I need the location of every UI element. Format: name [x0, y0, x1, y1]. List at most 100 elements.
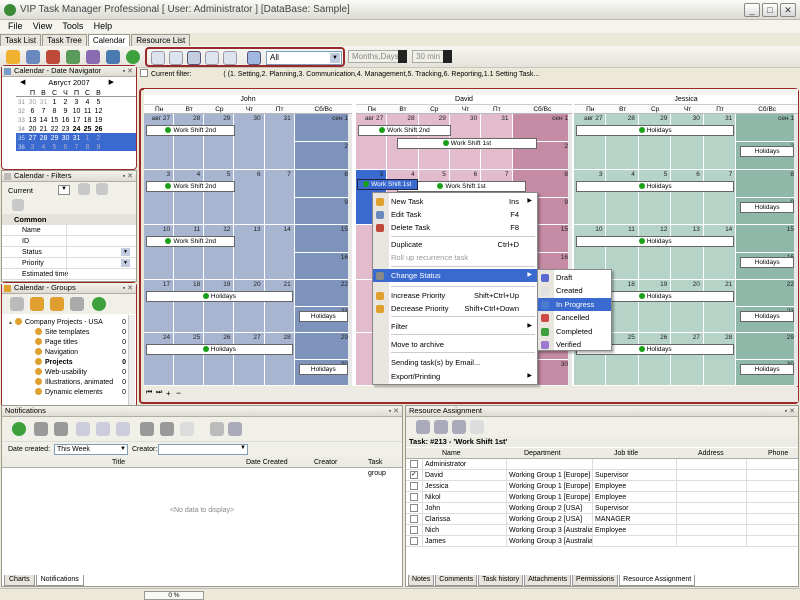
remove-resource-icon[interactable]: − [176, 388, 181, 398]
next-month-icon[interactable]: ▶ [109, 77, 114, 88]
expand-icon[interactable]: ▲ [8, 318, 15, 328]
resource-column-header[interactable]: Address [696, 448, 766, 459]
calendar-cell[interactable]: 25 [174, 333, 205, 386]
funnel-icon[interactable] [210, 422, 224, 436]
calendar-cell[interactable]: 19 [204, 280, 235, 333]
col-creator[interactable]: Creator [314, 457, 337, 468]
calendar-cell[interactable]: 20 [671, 280, 704, 333]
calendar-cell[interactable]: авг 27 [356, 114, 388, 170]
calendar-event[interactable]: Holidays [740, 256, 794, 268]
calendar-event[interactable]: Work Shift 2nd [146, 236, 236, 247]
resource-row[interactable]: Nich Working Group 3 [Australia] Employee [406, 525, 798, 536]
calendar-cell[interactable]: 6 [671, 170, 704, 225]
col-date-created[interactable]: Date Created [246, 457, 288, 468]
calendar-cell[interactable]: 28 [606, 114, 639, 170]
calendar-cell[interactable]: 21 [703, 280, 737, 333]
group-item[interactable]: Illustrations, animated 0 [2, 378, 130, 388]
calendar-cell-weekend[interactable]: сен 1 [736, 114, 798, 142]
status-item[interactable]: Created [538, 284, 611, 297]
calendar-cell[interactable]: 12 [204, 225, 235, 280]
calendar-cell[interactable]: 31 [264, 114, 295, 170]
calendar-cell-weekend[interactable]: 2 [294, 142, 352, 170]
filter-value[interactable] [66, 236, 124, 246]
group-item[interactable]: ▲ Company Projects - USA 0 [2, 318, 130, 328]
minimize-button[interactable]: _ [744, 3, 760, 17]
resource-tab[interactable]: Comments [435, 575, 478, 586]
refresh-icon[interactable] [12, 422, 26, 436]
resource-row[interactable]: James Working Group 3 [Australia] [406, 536, 798, 547]
calendar-cell[interactable]: 14 [703, 225, 737, 280]
read-icon[interactable] [34, 422, 48, 436]
play-icon[interactable] [116, 422, 130, 436]
status-item[interactable]: In Progress [538, 297, 611, 311]
menu-view[interactable]: View [29, 20, 56, 33]
week-view-icon[interactable] [187, 51, 201, 65]
funnel-edit-icon[interactable] [228, 422, 242, 436]
menu-tools[interactable]: Tools [58, 20, 87, 33]
status-item[interactable]: Cancelled [538, 311, 611, 324]
view-all-icon[interactable] [160, 422, 174, 436]
resource-row[interactable]: Clarissa Working Group 2 [USA] MANAGER [406, 514, 798, 525]
context-menu-item[interactable]: New Task Ins ▶ [373, 195, 537, 208]
context-menu-item[interactable]: Sending task(s) by Email... [373, 356, 537, 369]
resource-tab[interactable]: Attachments [524, 575, 572, 586]
show-all-icon[interactable] [76, 422, 90, 436]
calendar-cell[interactable]: 10 [144, 225, 175, 280]
resource-tab[interactable]: Resource Assignment [619, 575, 696, 586]
filter-value[interactable] [66, 258, 124, 268]
chevron-down-icon[interactable] [443, 50, 452, 63]
calendar-cell-weekend[interactable]: 29 [736, 333, 798, 360]
filter-value[interactable] [66, 247, 124, 257]
refresh-icon[interactable] [92, 297, 106, 311]
calendar-cell-weekend[interactable]: 22 [736, 280, 798, 307]
status-item[interactable]: Verified [538, 338, 611, 351]
clipboard-icon[interactable] [180, 422, 194, 436]
resource-column-header[interactable]: Job title [612, 448, 696, 459]
funnel-icon[interactable] [12, 199, 24, 211]
calendar-cell[interactable]: 21 [264, 280, 295, 333]
clipboard-icon[interactable] [470, 420, 484, 434]
calendar-event[interactable]: Holidays [576, 236, 735, 247]
calendar-cell[interactable]: 18 [174, 280, 205, 333]
calendar-event[interactable]: Work Shift 2nd [358, 125, 451, 136]
context-menu-item[interactable]: Decrease Priority Shift+Ctrl+Down [373, 302, 537, 315]
col-task-group[interactable]: Task group [368, 457, 402, 479]
calendar-cell[interactable]: 27 [234, 333, 265, 386]
calendar-cell-weekend[interactable]: 15 [736, 225, 798, 253]
calendar-cell[interactable]: 24 [144, 333, 175, 386]
workweek-view-icon[interactable] [169, 51, 183, 65]
calendar-cell[interactable]: 4 [174, 170, 205, 225]
calendar-cell-weekend[interactable]: сен 1 [294, 114, 352, 142]
resource-column-header[interactable]: Department [522, 448, 608, 459]
resource-scrollbar[interactable] [794, 114, 798, 386]
calendar-cell[interactable]: 7 [264, 170, 295, 225]
calendar-event[interactable]: Holidays [740, 363, 794, 375]
calendar-cell[interactable]: 27 [671, 333, 704, 386]
menu-help[interactable]: Help [90, 20, 117, 33]
tab-charts[interactable]: Charts [4, 575, 35, 586]
filter-by-icon[interactable] [96, 422, 110, 436]
calendar-cell[interactable]: 26 [204, 333, 235, 386]
group-item[interactable]: Site templates 0 [2, 328, 130, 338]
unassign-icon[interactable] [452, 420, 466, 434]
filter-field-row[interactable]: Status ▼ [2, 247, 136, 258]
context-menu-item[interactable]: Increase Priority Shift+Ctrl+Up [373, 289, 537, 302]
close-icon[interactable]: ▪ ✕ [389, 407, 399, 417]
edit-task-icon[interactable] [26, 50, 40, 64]
resource-row[interactable]: ✓ David Working Group 1 [Europe] Supervisor [406, 470, 798, 481]
calendar-cell[interactable]: 31 [703, 114, 737, 170]
calendar-cell[interactable]: 17 [144, 280, 175, 333]
calendar-event[interactable]: Holidays [576, 181, 735, 192]
calendar-cell[interactable]: 29 [204, 114, 235, 170]
calendar-cell[interactable]: авг 27 [574, 114, 607, 170]
calendar-cell-weekend[interactable]: 16 [294, 252, 352, 280]
day-view-icon[interactable] [151, 51, 165, 65]
creator-select[interactable]: ▼ [158, 444, 248, 455]
common-section[interactable]: Common [2, 214, 136, 225]
assign-group-icon[interactable] [434, 420, 448, 434]
resource-row[interactable]: Jessica Working Group 1 [Europe] Employee [406, 481, 798, 492]
calendar-cell[interactable]: 5 [204, 170, 235, 225]
chevron-down-icon[interactable]: ▼ [58, 185, 70, 195]
tab-resource-list[interactable]: Resource List [131, 34, 191, 46]
resource-tab[interactable]: Task history [478, 575, 524, 586]
